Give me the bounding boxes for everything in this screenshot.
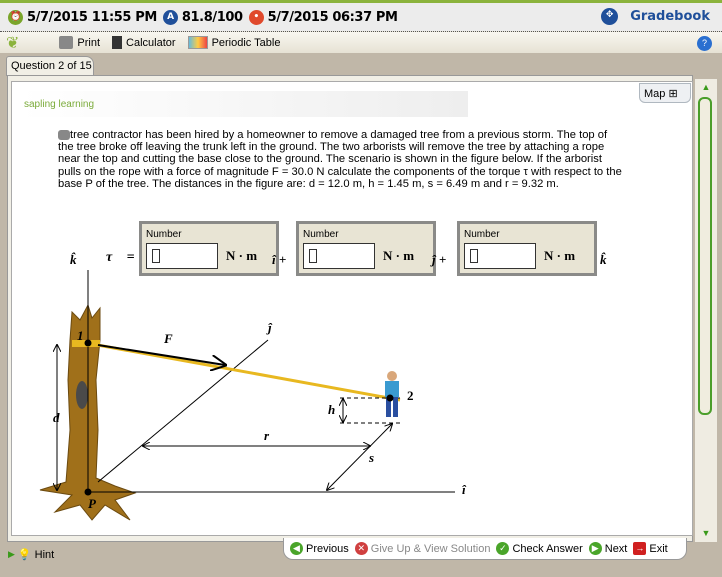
arborist	[385, 371, 399, 417]
arrow-right-icon: ▶	[588, 542, 602, 555]
s-dimension	[327, 424, 392, 490]
force-arrow	[97, 344, 225, 365]
point-2-label: 2	[407, 388, 414, 403]
give-up-label: Give Up & View Solution	[370, 542, 491, 555]
tree-hole	[76, 381, 88, 409]
point-1-label: 1	[77, 328, 84, 343]
exit-icon: →	[633, 542, 647, 555]
navigation-bar: ◀ Previous ✕ Give Up & View Solution ✓ Chec…	[283, 538, 687, 560]
exit-button[interactable]: → Exit	[633, 542, 668, 555]
next-button[interactable]: ▶ Next	[588, 542, 628, 555]
p-label: P	[88, 496, 96, 511]
check-icon: ✓	[496, 542, 510, 555]
lightbulb-icon: 💡	[17, 549, 32, 561]
next-label: Next	[604, 542, 628, 555]
hint-toggle[interactable]: ▶ 💡 Hint	[8, 548, 55, 562]
point-1-dot	[84, 339, 92, 347]
h-label: h	[328, 402, 336, 417]
previous-button[interactable]: ◀ Previous	[290, 542, 349, 555]
d-label: d	[53, 410, 60, 425]
point-2-dot	[386, 394, 394, 402]
check-answer-button[interactable]: ✓ Check Answer	[496, 542, 583, 555]
r-label: r	[264, 428, 270, 443]
i-axis-label: î	[462, 482, 466, 497]
check-answer-label: Check Answer	[512, 542, 583, 555]
s-label: s	[369, 450, 375, 465]
exit-label: Exit	[649, 542, 668, 555]
x-circle-icon: ✕	[354, 542, 368, 555]
previous-label: Previous	[306, 542, 349, 555]
expand-arrow-icon: ▶	[8, 549, 15, 559]
point-p-dot	[84, 488, 92, 496]
j-axis-label: ĵ	[268, 320, 272, 335]
hint-label: Hint	[34, 548, 55, 561]
give-up-button[interactable]: ✕ Give Up & View Solution	[354, 542, 491, 555]
rope	[91, 342, 401, 402]
arrow-left-icon: ◀	[290, 542, 303, 555]
force-label: F⃗	[164, 331, 183, 346]
tree-figure	[39, 270, 455, 521]
